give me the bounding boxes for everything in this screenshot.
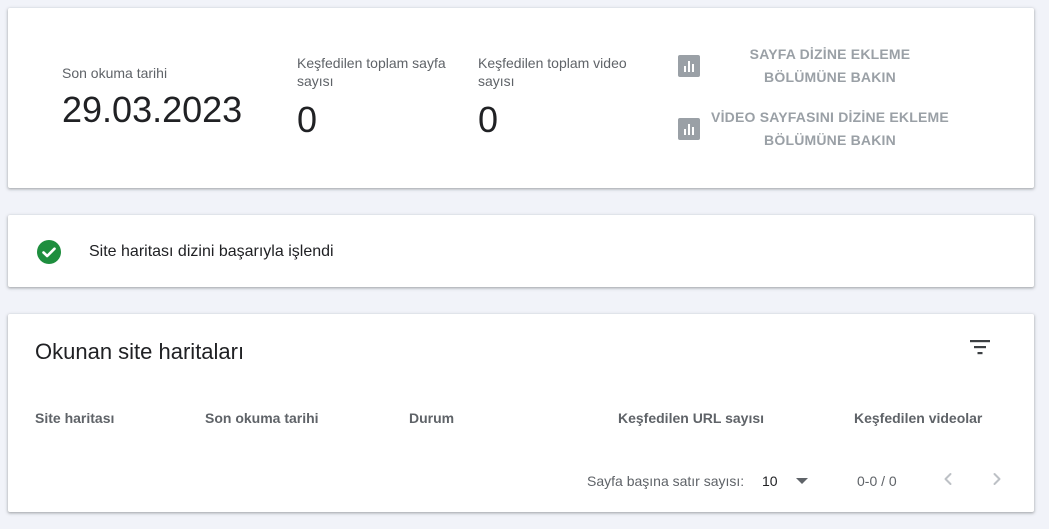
rows-per-page-label: Sayfa başına satır sayısı:	[587, 473, 745, 489]
column-header-url-count[interactable]: Keşfedilen URL sayısı	[618, 409, 764, 427]
pagination-range: 0-0 / 0	[857, 473, 897, 489]
chevron-left-icon	[944, 473, 952, 485]
discovered-videos-value: 0	[478, 99, 499, 140]
last-read-label: Son okuma tarihi	[62, 65, 168, 81]
last-read-value: 29.03.2023	[62, 89, 243, 130]
sitemaps-table-card: Okunan site haritaları Site haritası Son…	[8, 314, 1034, 512]
filter-button[interactable]	[966, 334, 994, 362]
video-indexing-link[interactable]: VİDEO SAYFASINI DİZİNE EKLEME BÖLÜMÜNE B…	[678, 106, 950, 152]
status-message: Site haritası dizini başarıyla işlendi	[89, 243, 334, 260]
page-indexing-link-label: SAYFA DİZİNE EKLEME BÖLÜMÜNE BAKIN	[749, 46, 911, 85]
discovered-pages-label: Keşfedilen toplam sayfa sayısı	[297, 55, 446, 89]
caret-down-icon	[796, 478, 808, 484]
column-header-videos[interactable]: Keşfedilen videolar	[854, 409, 982, 427]
status-card: Site haritası dizini başarıyla işlendi	[8, 215, 1034, 287]
column-header-last-read[interactable]: Son okuma tarihi	[205, 409, 319, 427]
bar-chart-icon	[678, 118, 700, 140]
discovered-pages-value: 0	[297, 99, 318, 140]
column-header-status[interactable]: Durum	[409, 409, 454, 427]
bar-chart-icon	[678, 55, 700, 77]
filter-icon	[970, 340, 990, 355]
summary-card: Son okuma tarihi 29.03.2023 Keşfedilen t…	[8, 8, 1034, 188]
column-header-sitemap[interactable]: Site haritası	[35, 409, 114, 427]
table-title: Okunan site haritaları	[35, 339, 245, 364]
previous-page-button[interactable]	[936, 467, 960, 491]
video-indexing-link-label: VİDEO SAYFASINI DİZİNE EKLEME BÖLÜMÜNE B…	[711, 109, 949, 148]
rows-per-page-value: 10	[762, 473, 778, 489]
rows-per-page-select[interactable]: 10	[762, 470, 808, 492]
check-circle-icon	[37, 240, 61, 264]
page-indexing-link[interactable]: SAYFA DİZİNE EKLEME BÖLÜMÜNE BAKIN	[678, 43, 950, 89]
next-page-button[interactable]	[985, 467, 1009, 491]
chevron-right-icon	[993, 473, 1001, 485]
discovered-videos-label: Keşfedilen toplam video sayısı	[478, 55, 627, 89]
